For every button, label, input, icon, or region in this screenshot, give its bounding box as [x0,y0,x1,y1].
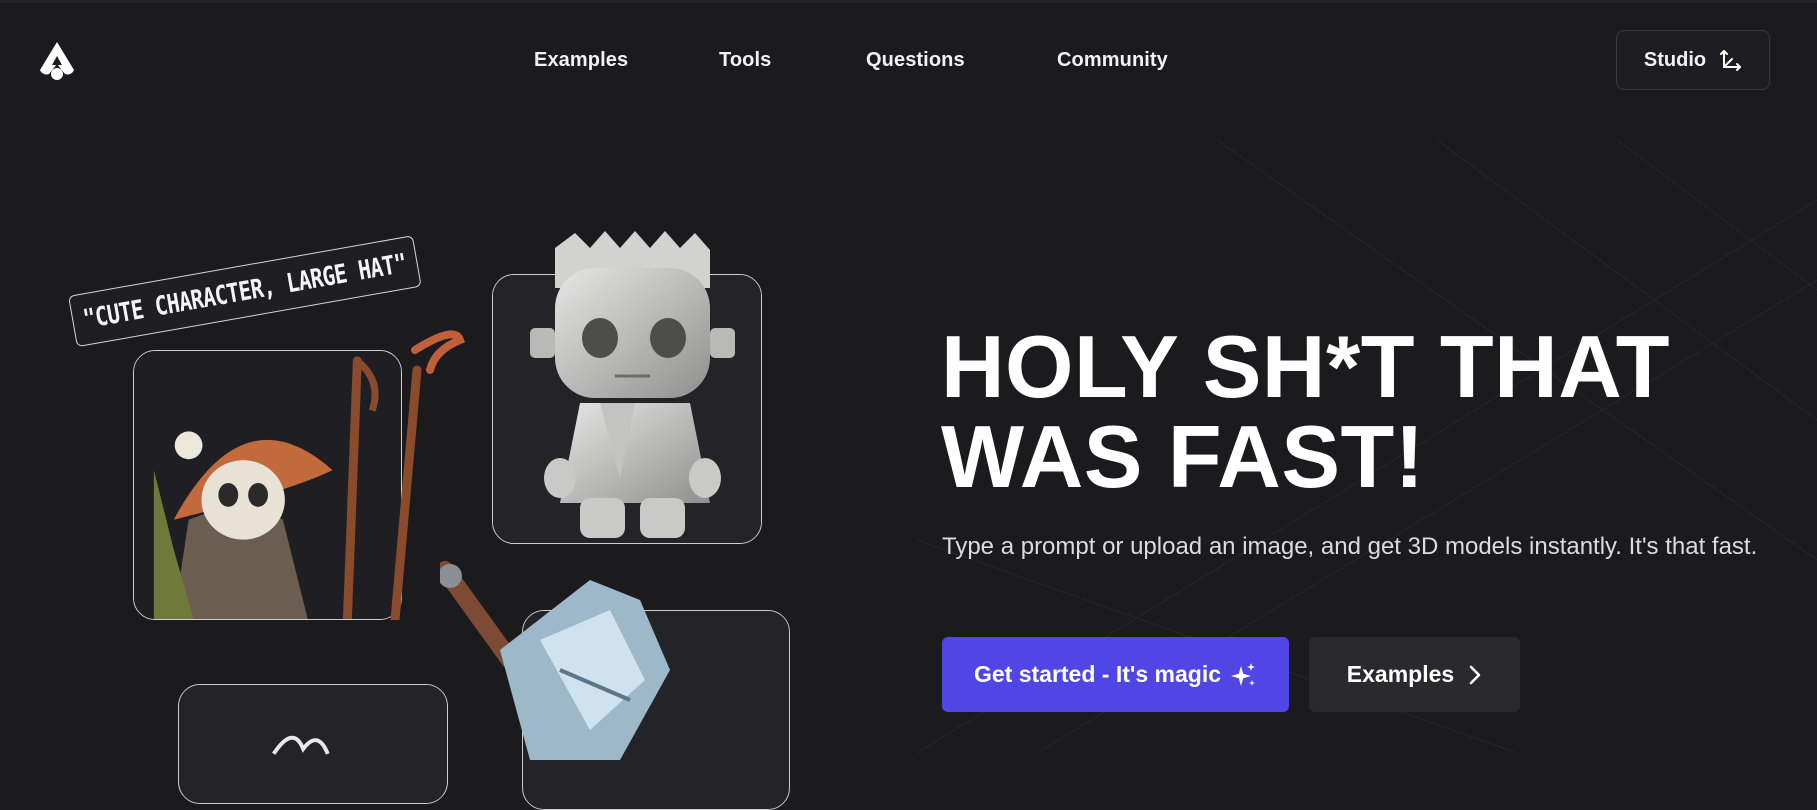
frankenstein-figure [530,231,735,538]
nav-examples[interactable]: Examples [534,49,628,72]
main-nav: Examples Tools Questions Community [0,49,1817,75]
get-started-button[interactable]: Get started - It's magic [942,637,1289,712]
prompt-tag-text: "CUTE CHARACTER, LARGE HAT" [80,247,409,335]
studio-button-label: Studio [1643,48,1707,71]
hero-headline: HOLY SH*T THAT WAS FAST! [941,322,1670,502]
chevron-right-icon [1469,665,1481,684]
hero-headline-line2: WAS FAST! [941,407,1425,506]
get-started-label: Get started - It's magic [973,661,1222,687]
examples-button-label: Examples [1346,661,1455,687]
nav-questions[interactable]: Questions [866,49,965,72]
bottom-model-image [180,685,446,803]
sword-figure [440,561,670,760]
hero-headline-line1: HOLY SH*T THAT [941,317,1671,416]
nav-community[interactable]: Community [1057,49,1168,72]
nav-tools[interactable]: Tools [719,49,771,72]
studio-button[interactable]: Studio [1616,30,1770,90]
axes-icon [1720,50,1742,71]
top-border [0,0,1817,3]
hero-subtitle: Type a prompt or upload an image, and ge… [942,533,1758,560]
card-bottom-model[interactable] [178,684,448,804]
examples-button[interactable]: Examples [1309,637,1520,712]
sparkles-icon [1231,662,1256,686]
